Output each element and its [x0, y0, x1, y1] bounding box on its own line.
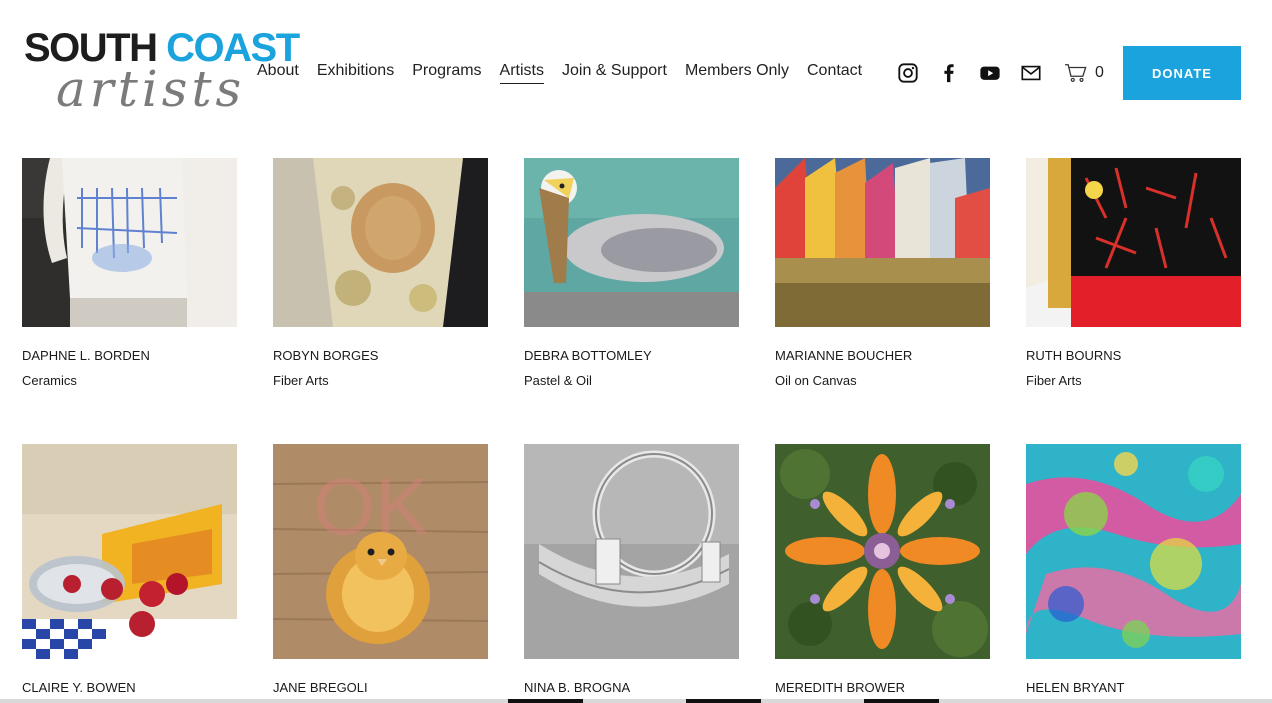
- cart-link[interactable]: 0: [1063, 61, 1104, 85]
- email-icon[interactable]: [1019, 61, 1043, 85]
- main-nav: About Exhibitions Programs Artists Join …: [257, 62, 880, 84]
- facebook-icon[interactable]: [937, 61, 961, 85]
- instagram-icon[interactable]: [896, 61, 920, 85]
- artist-thumbnail[interactable]: [775, 158, 990, 327]
- artist-card: ROBYN BORGES Fiber Arts: [273, 158, 488, 388]
- artist-card: RUTH BOURNS Fiber Arts: [1026, 158, 1241, 388]
- artist-card: DAPHNE L. BORDEN Ceramics: [22, 158, 237, 388]
- artist-medium: Oil on Canvas: [775, 373, 857, 388]
- artist-name[interactable]: JANE BREGOLI: [273, 680, 368, 695]
- partial-next-row: [0, 699, 1272, 703]
- nav-contact[interactable]: Contact: [807, 62, 862, 84]
- nav-members-only[interactable]: Members Only: [685, 62, 789, 84]
- artist-name[interactable]: HELEN BRYANT: [1026, 680, 1125, 695]
- artist-card: MEREDITH BROWER: [775, 444, 990, 695]
- artist-thumbnail[interactable]: [1026, 158, 1241, 327]
- artist-card: OK JANE BREGOLI: [273, 444, 488, 695]
- artist-medium: Pastel & Oil: [524, 373, 592, 388]
- artist-name[interactable]: DEBRA BOTTOMLEY: [524, 348, 652, 363]
- artist-medium: Fiber Arts: [273, 373, 329, 388]
- artist-name[interactable]: CLAIRE Y. BOWEN: [22, 680, 136, 695]
- artist-name[interactable]: DAPHNE L. BORDEN: [22, 348, 150, 363]
- artist-name[interactable]: NINA B. BROGNA: [524, 680, 630, 695]
- artist-thumbnail[interactable]: [22, 444, 237, 659]
- artist-card: CLAIRE Y. BOWEN: [22, 444, 237, 695]
- nav-programs[interactable]: Programs: [412, 62, 481, 84]
- artist-thumbnail[interactable]: [524, 444, 739, 659]
- artist-name[interactable]: MEREDITH BROWER: [775, 680, 905, 695]
- nav-exhibitions[interactable]: Exhibitions: [317, 62, 394, 84]
- youtube-icon[interactable]: [978, 61, 1002, 85]
- artist-card: NINA B. BROGNA: [524, 444, 739, 695]
- artist-medium: Fiber Arts: [1026, 373, 1082, 388]
- site-header: SOUTH COAST artists About Exhibitions Pr…: [0, 0, 1272, 150]
- artist-card: HELEN BRYANT: [1026, 444, 1241, 695]
- artist-thumbnail[interactable]: [22, 158, 237, 327]
- artist-name[interactable]: RUTH BOURNS: [1026, 348, 1121, 363]
- site-logo[interactable]: SOUTH COAST artists: [24, 28, 300, 120]
- artist-medium: Ceramics: [22, 373, 77, 388]
- artist-thumbnail[interactable]: [273, 158, 488, 327]
- artist-card: MARIANNE BOUCHER Oil on Canvas: [775, 158, 990, 388]
- artist-name[interactable]: MARIANNE BOUCHER: [775, 348, 912, 363]
- nav-artists[interactable]: Artists: [499, 62, 544, 84]
- nav-join-support[interactable]: Join & Support: [562, 62, 667, 84]
- artist-thumbnail[interactable]: OK: [273, 444, 488, 659]
- artist-card: DEBRA BOTTOMLEY Pastel & Oil: [524, 158, 739, 388]
- logo-artists: artists: [56, 60, 246, 118]
- artist-thumbnail[interactable]: [775, 444, 990, 659]
- shopping-cart-icon: [1063, 61, 1089, 85]
- artist-thumbnail[interactable]: [1026, 444, 1241, 659]
- nav-about[interactable]: About: [257, 62, 299, 84]
- artist-thumbnail[interactable]: [524, 158, 739, 327]
- cart-count: 0: [1095, 64, 1104, 81]
- artist-name[interactable]: ROBYN BORGES: [273, 348, 378, 363]
- donate-button[interactable]: DONATE: [1123, 46, 1241, 100]
- social-links: [896, 61, 1043, 85]
